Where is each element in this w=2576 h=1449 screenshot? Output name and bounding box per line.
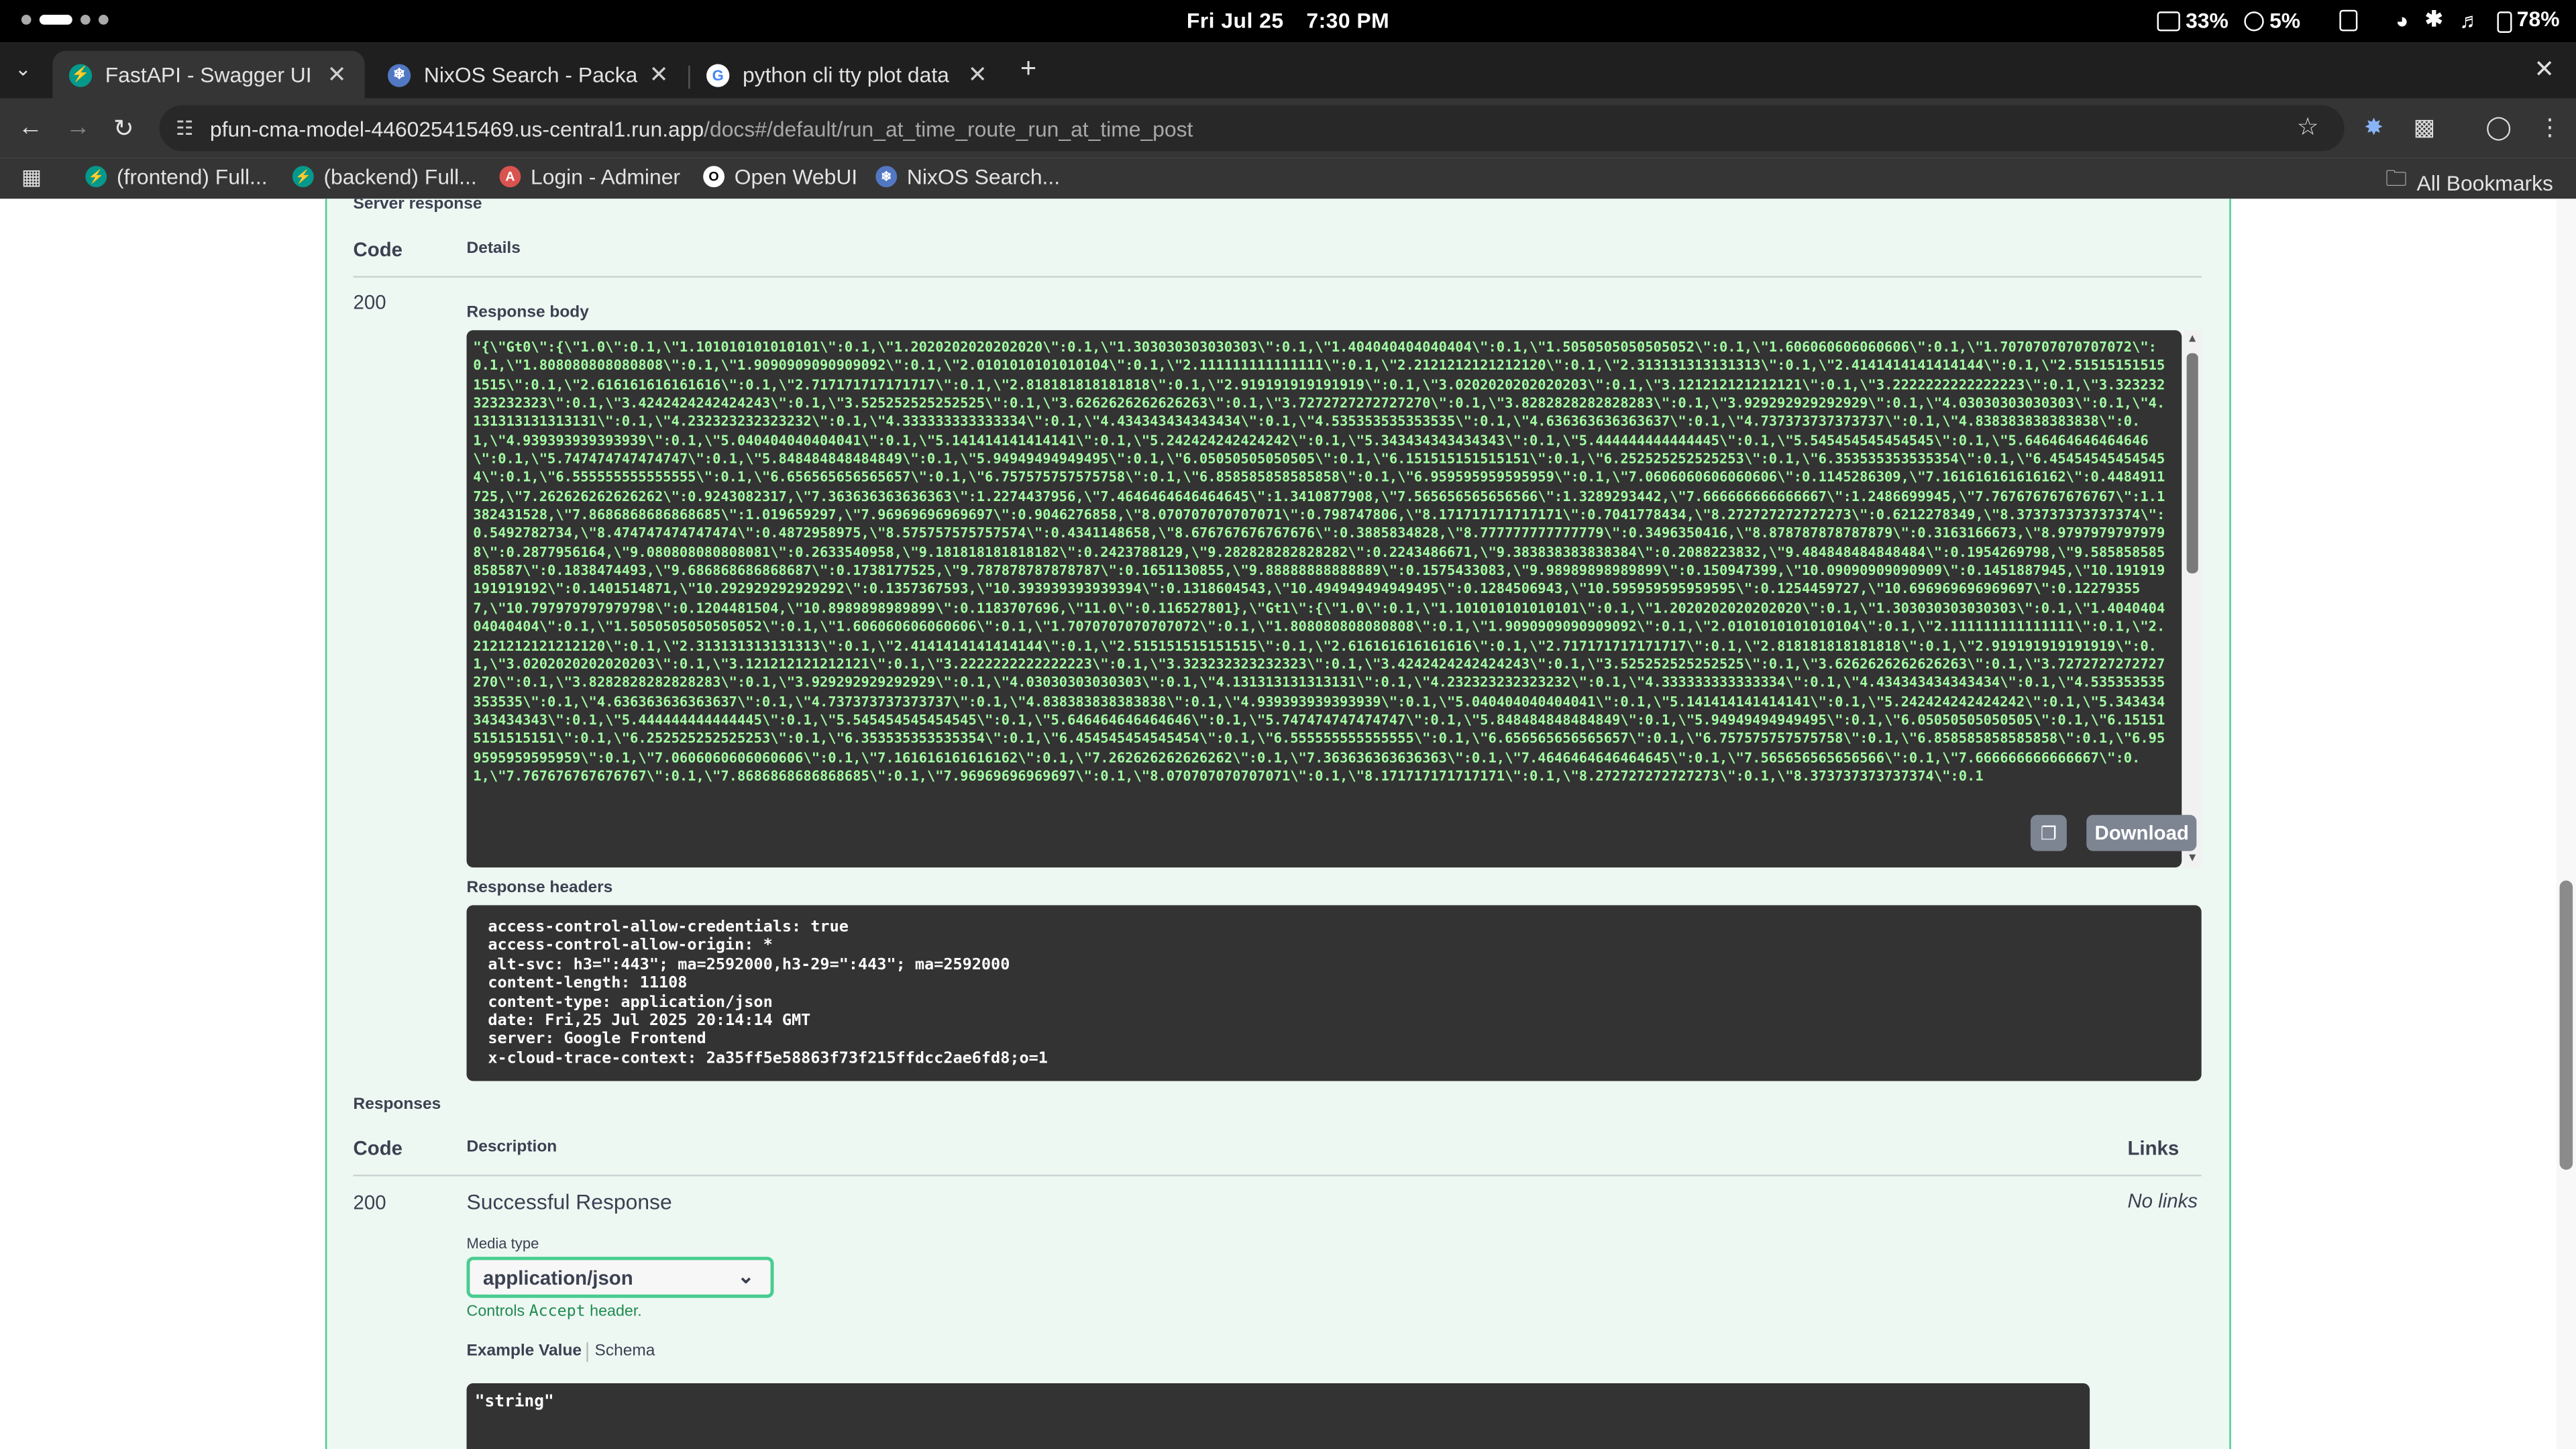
fastapi-icon: ⚡ (85, 166, 107, 188)
openwebui-icon: O (703, 166, 725, 188)
close-tab-icon[interactable]: ✕ (966, 61, 989, 89)
url-host: pfun-cma-model-446025415469.us-central1.… (209, 115, 704, 141)
response-body-text: "{\"Gt0\":{\"1.0\":0.1,\"1.1010101010101… (473, 338, 2165, 784)
nixos-icon: ❄ (387, 63, 411, 87)
bookmark-backend[interactable]: ⚡ (backend) Full... (292, 164, 477, 189)
bookmark-adminer[interactable]: A Login - Adminer (499, 164, 680, 189)
scroll-up-arrow-icon[interactable]: ▲ (2187, 333, 2198, 345)
media-type-select[interactable]: application/json ⌄ (466, 1256, 774, 1298)
fastapi-icon: ⚡ (68, 63, 93, 87)
close-tab-icon[interactable]: ✕ (647, 61, 670, 89)
example-value-text: "string" (474, 1393, 554, 1411)
bookmark-frontend[interactable]: ⚡ (frontend) Full... (85, 164, 268, 189)
wifi-icon[interactable]: ◕ (2396, 7, 2408, 32)
response-status-code: 200 (353, 290, 386, 314)
stylus-battery: 5% (2245, 7, 2300, 32)
chevron-down-icon: ⌄ (737, 1265, 755, 1289)
responses-links: No links (2127, 1189, 2198, 1213)
tab-schema[interactable]: Schema (595, 1342, 655, 1360)
media-type-label: Media type (466, 1235, 539, 1252)
header-line: access-control-allow-credentials: true (488, 918, 849, 936)
responses-col-description: Description (466, 1138, 557, 1157)
response-body[interactable]: "{\"Gt0\":{\"1.0\":0.1,\"1.1010101010101… (466, 330, 2182, 868)
col-details: Details (466, 239, 521, 258)
bookmarks-bar: ▦ ⚡ (frontend) Full... ⚡ (backend) Full...… (0, 158, 2576, 199)
server-response-header-row (353, 225, 2202, 278)
tab-example-value[interactable]: Example Value (467, 1342, 582, 1360)
responses-col-code: Code (353, 1136, 403, 1160)
screen: Fri Jul 25 7:30 PM 33% 5% ◕ ✱ ♬ 78% ⌄ ⚡ … (0, 0, 2576, 1449)
copy-to-clipboard-button[interactable]: ❐ (2030, 814, 2067, 851)
stylus-icon (2245, 11, 2265, 32)
response-headers[interactable]: access-control-allow-credentials: true a… (466, 905, 2202, 1081)
react-devtools-icon[interactable]: ✸ (2364, 113, 2383, 142)
nixos-icon: ❄ (875, 166, 898, 188)
battery-status[interactable]: 78% (2497, 7, 2560, 32)
media-type-value: application/json (483, 1265, 633, 1289)
apps-grid-icon[interactable]: ▦ (21, 164, 42, 191)
close-tab-icon[interactable]: ✕ (325, 61, 348, 89)
folder-icon: 🗀 (2385, 166, 2407, 191)
col-code: Code (353, 238, 403, 262)
controls-accept-note: Controls Accept header. (466, 1303, 642, 1321)
battery-icon (2497, 10, 2512, 32)
response-headers-label: Response headers (466, 879, 613, 898)
tab-strip: ⌄ ⚡ FastAPI - Swagger UI ✕ ❄ NixOS Searc… (0, 42, 2576, 99)
header-line: server: Google Frontend (488, 1030, 706, 1049)
bookmark-star-icon[interactable]: ☆ (2297, 112, 2319, 142)
tab-search-chevron-icon[interactable]: ⌄ (15, 58, 32, 80)
tab-google-search[interactable]: G python cli tty plot data ✕ (690, 51, 1006, 99)
all-bookmarks-button[interactable]: 🗀 All Bookmarks (2385, 164, 2553, 201)
responses-header-row (353, 1126, 2202, 1177)
page-scrollbar-thumb[interactable] (2559, 880, 2573, 1170)
header-line: access-control-allow-origin: * (488, 936, 773, 955)
header-line: content-type: application/json (488, 993, 773, 1012)
browser-toolbar: ← → ↻ ☷ pfun-cma-model-446025415469.us-c… (0, 98, 2576, 158)
site-info-icon[interactable]: ☷ (176, 117, 193, 140)
adminer-icon: A (499, 166, 521, 188)
bookmark-open-webui[interactable]: O Open WebUI (703, 164, 857, 189)
header-line: content-length: 11108 (488, 974, 688, 993)
url-path: /docs#/default/run_at_time_route_run_at_… (704, 115, 1193, 141)
keyboard-battery: 33% (2157, 7, 2229, 32)
fastapi-icon: ⚡ (292, 166, 314, 188)
responses-description: Successful Response (466, 1189, 672, 1214)
google-icon: G (706, 63, 730, 87)
system-date: Fri Jul 25 (1186, 8, 1284, 33)
extensions-puzzle-icon[interactable]: ▩ (2414, 113, 2435, 142)
response-body-label: Response body (466, 304, 589, 323)
responses-status-code: 200 (353, 1191, 386, 1214)
keyboard-icon (2157, 11, 2181, 32)
copy-icon: ❐ (2040, 824, 2057, 844)
header-line: alt-svc: h3=":443"; ma=2592000,h3-29=":4… (488, 955, 1010, 974)
mute-icon[interactable]: ♬ (2459, 7, 2481, 32)
back-arrow-icon[interactable]: ← (18, 113, 43, 142)
scroll-down-arrow-icon[interactable]: ▼ (2187, 853, 2198, 864)
bookmark-nixos-search[interactable]: ❄ NixOS Search... (875, 164, 1060, 189)
responses-col-links: Links (2127, 1136, 2180, 1160)
forward-arrow-icon[interactable]: → (66, 113, 91, 142)
example-value-box[interactable]: "string" (466, 1383, 2090, 1449)
responses-title: Responses (353, 1095, 441, 1114)
profile-avatar-icon[interactable]: ◯ (2485, 113, 2511, 142)
download-button[interactable]: Download (2086, 814, 2198, 851)
system-time: 7:30 PM (1306, 8, 1390, 33)
tab-nixos[interactable]: ❄ NixOS Search - Packag ✕ (371, 51, 686, 99)
server-response-title: Server response (353, 199, 482, 214)
system-status-bar: Fri Jul 25 7:30 PM 33% 5% ◕ ✱ ♬ 78% (0, 0, 2576, 43)
new-tab-plus-icon[interactable]: + (1020, 52, 1036, 85)
page-scrollbar[interactable] (2556, 199, 2576, 1449)
menu-kebab-icon[interactable]: ⋮ (2538, 113, 2561, 142)
header-line: date: Fri,25 Jul 2025 20:14:14 GMT (488, 1012, 811, 1030)
clipboard-icon[interactable] (2339, 9, 2358, 31)
swagger-page: Server response Code Details 200 Respons… (0, 199, 2576, 1449)
address-bar[interactable]: ☷ pfun-cma-model-446025415469.us-central… (159, 105, 2345, 152)
reload-icon[interactable]: ↻ (113, 113, 134, 143)
response-body-scrollbar[interactable]: ▲ ▼ (2183, 330, 2202, 868)
header-line: x-cloud-trace-context: 2a35ff5e58863f73f… (488, 1049, 1048, 1068)
bluetooth-icon[interactable]: ✱ (2425, 7, 2443, 33)
window-close-icon[interactable]: ✕ (2534, 54, 2555, 84)
tab-fastapi[interactable]: ⚡ FastAPI - Swagger UI ✕ (52, 50, 365, 99)
scrollbar-thumb[interactable] (2186, 353, 2198, 574)
